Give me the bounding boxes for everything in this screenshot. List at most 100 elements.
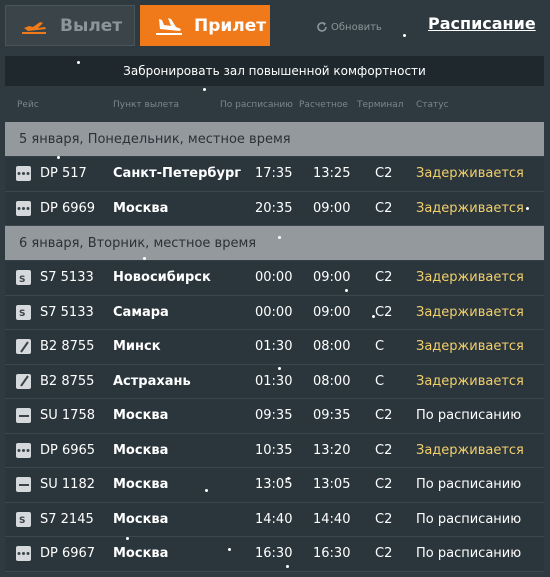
flight-row[interactable]: S S7 5133 Новосибирск 00:00 09:00 C2 Задержива…: [5, 261, 544, 296]
plane-landing-icon: [156, 17, 182, 35]
flight-status: По расписанию: [416, 477, 522, 492]
decorative-dot: [287, 477, 290, 480]
column-estimated: Расчетное: [299, 100, 348, 110]
flight-row[interactable]: DP 6969 Москва 20:35 09:00 C2 Задерживается: [5, 191, 544, 226]
decorative-dot: [403, 34, 406, 37]
decorative-dot: [278, 236, 281, 239]
flight-row[interactable]: SU 1758 Москва 09:35 09:35 C2 По расписанию: [5, 399, 544, 434]
flight-status: Задерживается: [416, 166, 524, 181]
origin-city: Москва: [113, 511, 169, 527]
terminal: C2: [375, 477, 393, 492]
flight-table: 5 января, Понедельник, местное время DP 5…: [5, 122, 544, 572]
estimated-time: 09:00: [313, 304, 351, 320]
origin-city: Москва: [113, 442, 169, 458]
flight-status: Задерживается: [416, 373, 524, 389]
scheduled-time: 14:40: [255, 511, 293, 527]
top-bar: Вылет Прилет Обновить Расписание: [0, 0, 550, 52]
flight-status: Задерживается: [416, 339, 524, 354]
tab-departure-label: Вылет: [60, 15, 123, 36]
flight-row[interactable]: S S7 2145 Москва 14:40 14:40 C2 По расписанию: [5, 502, 544, 537]
flight-status: Задерживается: [416, 304, 524, 320]
terminal: C2: [375, 546, 393, 561]
origin-city: Астрахань: [113, 373, 191, 389]
date-group-header: 5 января, Понедельник, местное время: [5, 122, 544, 157]
origin-city: Москва: [113, 477, 169, 492]
tab-arrival[interactable]: Прилет: [140, 5, 270, 46]
flight-row[interactable]: B2 8755 Минск 01:30 08:00 C Задерживается: [5, 330, 544, 365]
decorative-dot: [286, 565, 289, 568]
origin-city: Москва: [113, 408, 169, 423]
flight-status: Задерживается: [416, 442, 524, 458]
svg-text:S: S: [19, 516, 25, 525]
flight-status: По расписанию: [416, 511, 522, 527]
column-scheduled: По расписанию: [220, 100, 293, 110]
column-terminal: Терминал: [357, 100, 404, 110]
estimated-time: 16:30: [313, 546, 351, 561]
decorative-dot: [228, 548, 231, 551]
s7-logo-icon: S: [16, 270, 31, 285]
svg-text:S: S: [19, 309, 25, 318]
estimated-time: 09:35: [313, 408, 351, 423]
estimated-time: 13:05: [313, 477, 351, 492]
scheduled-time: 00:00: [255, 304, 293, 320]
flight-row[interactable]: DP 6965 Москва 10:35 13:20 C2 Задерживается: [5, 433, 544, 468]
flight-status: По расписанию: [416, 546, 522, 561]
su-logo-icon: [16, 408, 31, 423]
estimated-time: 09:00: [313, 200, 351, 216]
flight-row[interactable]: S S7 5133 Самара 00:00 09:00 C2 Задерживается: [5, 295, 544, 330]
scheduled-time: 00:00: [255, 270, 293, 285]
s7-logo-icon: S: [16, 511, 31, 527]
decorative-dot: [205, 489, 208, 492]
estimated-time: 09:00: [313, 270, 351, 285]
origin-city: Самара: [113, 304, 169, 320]
flight-number: DP 6969: [40, 200, 96, 216]
decorative-dot: [278, 367, 281, 370]
decorative-dot: [143, 257, 146, 260]
decorative-dot: [372, 315, 375, 318]
svg-text:S: S: [19, 275, 25, 284]
estimated-time: 13:25: [313, 166, 351, 181]
scheduled-time: 10:35: [255, 442, 293, 458]
terminal: C: [375, 339, 385, 354]
flight-number: SU 1758: [40, 408, 95, 423]
decorative-dot: [526, 207, 529, 210]
flight-status: Задерживается: [416, 270, 524, 285]
decorative-dot: [126, 537, 129, 540]
flight-row[interactable]: B2 8755 Астрахань 01:30 08:00 C Задерживается: [5, 364, 544, 399]
flight-row[interactable]: DP 517 Санкт-Петербург 17:35 13:25 C2 Задержи…: [5, 157, 544, 192]
refresh-button[interactable]: Обновить: [316, 21, 382, 33]
terminal: C2: [375, 270, 393, 285]
dp-logo-icon: [16, 200, 31, 216]
flight-number: DP 6965: [40, 442, 96, 458]
flight-number: B2 8755: [40, 373, 95, 389]
flight-row[interactable]: SU 1182 Москва 13:05 13:05 C2 По расписанию: [5, 468, 544, 503]
terminal: C2: [375, 304, 393, 320]
scheduled-time: 16:30: [255, 546, 293, 561]
scheduled-time: 01:30: [255, 373, 293, 389]
tab-arrival-label: Прилет: [194, 15, 267, 36]
scheduled-time: 20:35: [255, 200, 293, 216]
terminal: C2: [375, 200, 393, 216]
estimated-time: 08:00: [313, 373, 351, 389]
su-logo-icon: [16, 477, 31, 492]
dp-logo-icon: [16, 166, 31, 181]
flight-status: По расписанию: [416, 408, 522, 423]
estimated-time: 13:20: [313, 442, 351, 458]
origin-city: Москва: [113, 546, 169, 561]
terminal: C: [375, 373, 385, 389]
schedule-link[interactable]: Расписание: [428, 14, 536, 33]
decorative-dot: [57, 156, 60, 159]
flight-row[interactable]: DP 6967 Москва 16:30 16:30 C2 По расписанию: [5, 537, 544, 572]
flight-status: Задерживается: [416, 200, 524, 216]
column-flight: Рейс: [17, 100, 39, 110]
scheduled-time: 09:35: [255, 408, 293, 423]
decorative-dot: [345, 289, 348, 292]
origin-city: Москва: [113, 200, 169, 216]
origin-city: Новосибирск: [113, 270, 211, 285]
b2-logo-icon: [16, 373, 31, 389]
flight-number: DP 6967: [40, 546, 96, 561]
b2-logo-icon: [16, 339, 31, 354]
flight-number: DP 517: [40, 166, 87, 181]
lounge-booking-banner[interactable]: Забронировать зал повышенной комфортност…: [5, 56, 544, 86]
tab-departure[interactable]: Вылет: [5, 5, 135, 46]
